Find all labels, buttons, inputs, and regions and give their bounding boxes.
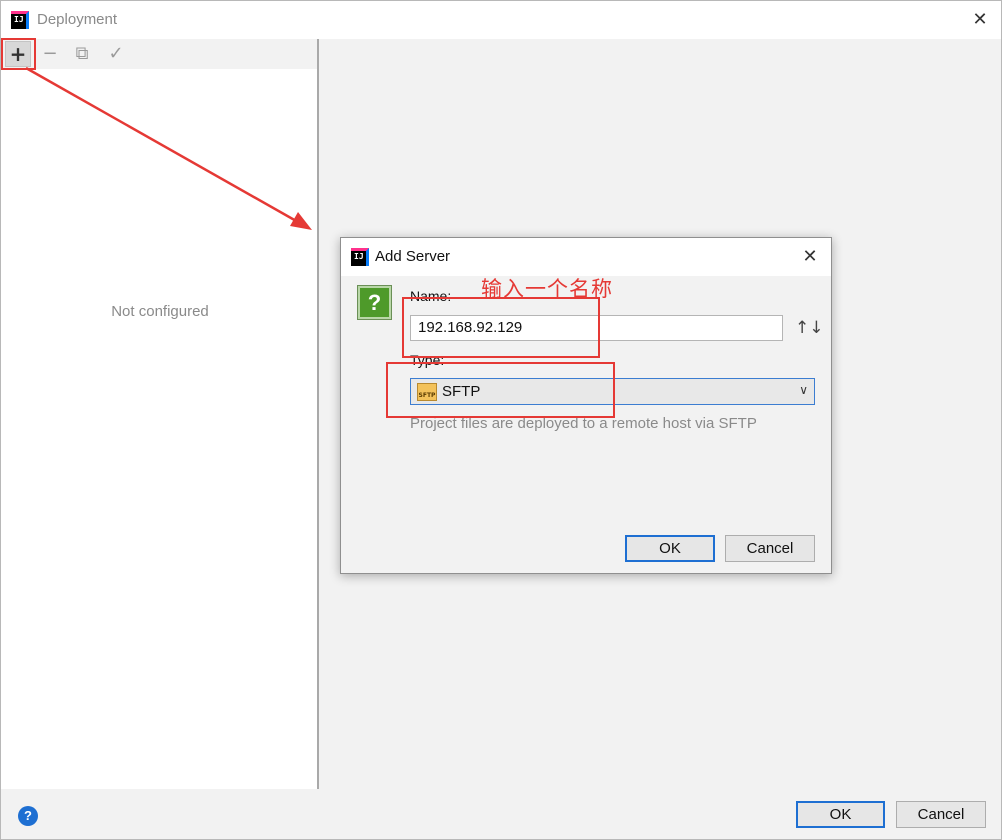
annotation-arrow [25, 66, 312, 230]
